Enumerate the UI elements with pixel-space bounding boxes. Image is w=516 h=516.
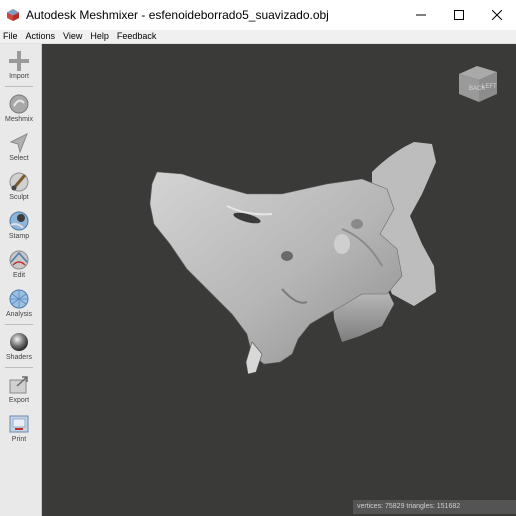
meshmixer-logo-icon <box>7 9 19 21</box>
meshmix-icon <box>9 94 29 114</box>
menu-feedback[interactable]: Feedback <box>114 30 162 43</box>
maximize-icon <box>454 10 464 20</box>
menu-view[interactable]: View <box>60 30 87 43</box>
minimize-icon <box>416 14 426 16</box>
tool-meshmix-label: Meshmix <box>4 116 33 123</box>
edit-icon <box>9 250 29 270</box>
menu-help[interactable]: Help <box>87 30 114 43</box>
tool-sculpt[interactable]: Sculpt <box>0 171 38 202</box>
tool-analysis[interactable]: Analysis <box>0 288 38 319</box>
close-button[interactable] <box>478 0 516 30</box>
tool-select[interactable]: Select <box>0 132 38 163</box>
tool-shaders[interactable]: Shaders <box>0 331 38 362</box>
tool-analysis-label: Analysis <box>5 311 33 318</box>
toolbar-divider <box>5 324 33 325</box>
menu-bar: File Actions View Help Feedback <box>0 30 516 44</box>
view-cube-left-face: LEFT <box>482 84 497 90</box>
mesh-stats-status: vertices: 75829 triangles: 151682 <box>353 500 516 514</box>
tool-stamp-label: Stamp <box>8 233 30 240</box>
tool-select-label: Select <box>9 155 29 162</box>
stamp-icon <box>9 211 29 231</box>
tool-edit-label: Edit <box>12 272 26 279</box>
menu-file[interactable]: File <box>0 30 23 43</box>
sphere-icon <box>10 333 28 351</box>
tool-stamp[interactable]: Stamp <box>0 210 38 241</box>
window-title: Autodesk Meshmixer - esfenoideborrado5_s… <box>26 8 329 22</box>
plus-icon <box>9 51 29 71</box>
tool-shaders-label: Shaders <box>5 354 33 361</box>
tool-edit[interactable]: Edit <box>0 249 38 280</box>
mesh-render <box>149 142 436 375</box>
tool-export-label: Export <box>8 397 30 404</box>
close-icon <box>492 10 502 20</box>
3d-viewport[interactable]: BACK LEFT vertices: 75829 triangles: 151… <box>42 44 516 516</box>
toolbar-divider <box>5 367 33 368</box>
tool-meshmix[interactable]: Meshmix <box>0 93 38 124</box>
left-toolbar: Import Meshmix Select Sculpt Stamp Edit … <box>0 44 42 516</box>
tool-import-label: Import <box>9 73 29 80</box>
arrow-icon <box>9 132 28 154</box>
title-bar: Autodesk Meshmixer - esfenoideborrado5_s… <box>0 0 516 30</box>
brush-icon <box>9 172 29 192</box>
print-icon <box>9 415 29 433</box>
tool-print-label: Print <box>11 436 27 443</box>
minimize-button[interactable] <box>402 0 440 30</box>
tool-sculpt-label: Sculpt <box>9 194 29 201</box>
menu-actions[interactable]: Actions <box>23 30 61 43</box>
toolbar-divider <box>5 86 33 87</box>
tool-export[interactable]: Export <box>0 374 38 405</box>
tool-import[interactable]: Import <box>0 50 38 81</box>
tool-print[interactable]: Print <box>0 413 38 444</box>
view-cube[interactable]: BACK LEFT <box>455 60 501 106</box>
export-icon <box>9 376 28 394</box>
mesh-body <box>149 171 403 365</box>
analysis-icon <box>9 289 29 309</box>
maximize-button[interactable] <box>440 0 478 30</box>
